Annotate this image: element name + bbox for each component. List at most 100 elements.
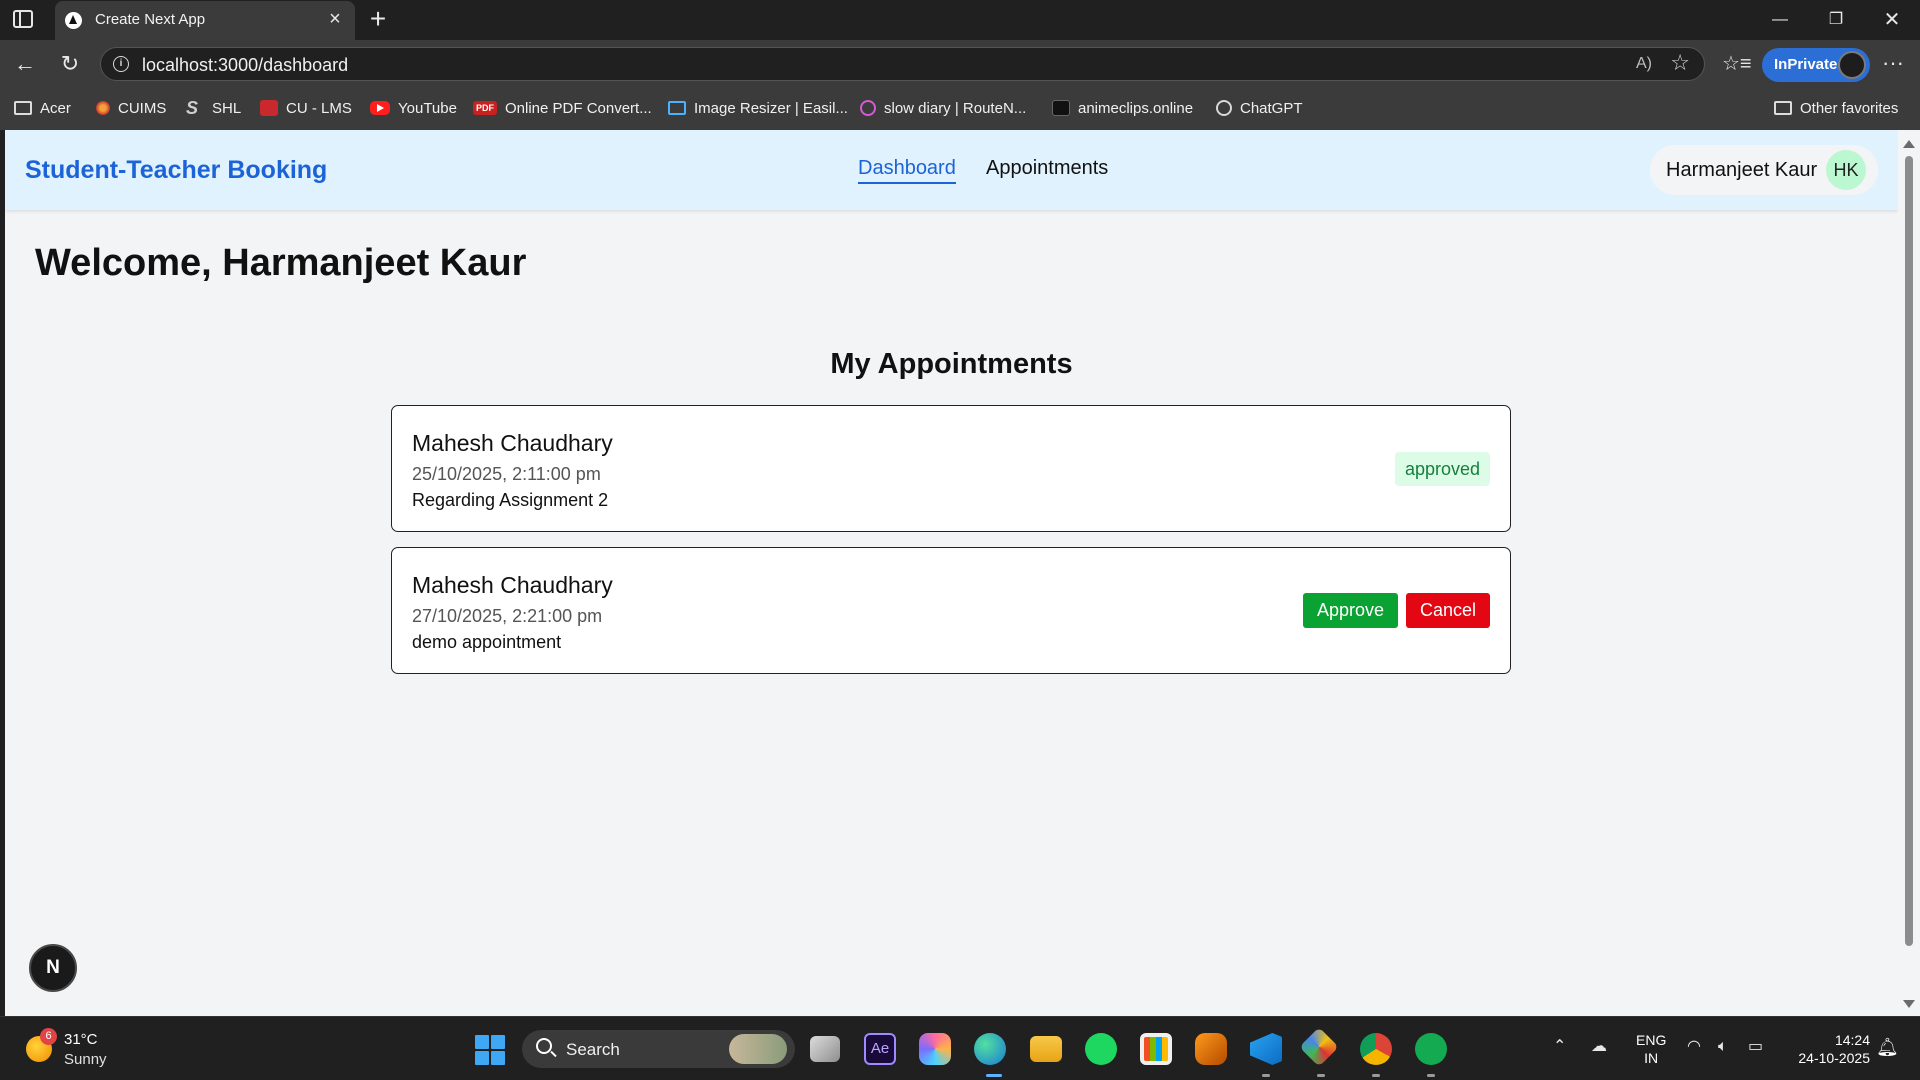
appointment-reason: Regarding Assignment 2 [412, 490, 609, 510]
more-options-icon[interactable]: ··· [1882, 48, 1904, 78]
scrollbar-thumb[interactable] [1905, 156, 1913, 946]
vscode-icon[interactable] [1250, 1033, 1282, 1065]
address-bar[interactable]: i localhost:3000/dashboard A) ☆ [100, 47, 1705, 81]
microsoft-store-icon[interactable] [1140, 1033, 1172, 1065]
bookmark-label: Acer [40, 99, 71, 117]
inprivate-button[interactable]: InPrivate [1762, 48, 1870, 82]
close-tab-icon[interactable]: × [323, 7, 347, 31]
url-text[interactable]: localhost:3000/dashboard [142, 55, 348, 76]
site-info-icon[interactable]: i [113, 56, 129, 72]
battery-icon[interactable]: ▭ [1748, 1035, 1763, 1059]
back-icon[interactable]: ← [10, 49, 40, 79]
minimize-icon[interactable]: — [1752, 0, 1808, 40]
folder-icon [1774, 101, 1792, 115]
mongodb-running-indicator [1427, 1074, 1435, 1077]
cuims-icon [96, 101, 110, 115]
teacher-name: Mahesh Chaudhary [412, 572, 613, 598]
bookmark-acer[interactable]: Acer [14, 97, 71, 119]
teacher-name: Mahesh Chaudhary [412, 430, 613, 456]
avatar: HK [1826, 150, 1866, 190]
bookmark-label: ChatGPT [1240, 99, 1303, 117]
bookmark-shl[interactable]: S SHL [186, 97, 241, 119]
bookmark-label: slow diary | RouteN... [884, 99, 1027, 117]
bookmark-chatgpt[interactable]: ChatGPT [1216, 97, 1303, 119]
show-hidden-icons-icon[interactable]: ⌃ [1553, 1035, 1566, 1059]
bookmark-label: YouTube [398, 99, 457, 117]
bookmark-culms[interactable]: CU - LMS [260, 97, 352, 119]
input-language[interactable]: ENG IN [1636, 1031, 1666, 1067]
clock-time: 14:24 [1834, 1032, 1870, 1048]
spotify-icon[interactable] [1085, 1033, 1117, 1065]
edge-icon[interactable] [974, 1033, 1006, 1065]
fl-studio-icon[interactable] [1195, 1033, 1227, 1065]
close-window-icon[interactable]: ✕ [1864, 0, 1920, 40]
chrome-icon[interactable] [1360, 1033, 1392, 1065]
bookmark-cuims[interactable]: CUIMS [96, 97, 166, 119]
page-scrollbar[interactable] [1898, 130, 1920, 1016]
weather-temperature[interactable]: 31°C [64, 1031, 98, 1048]
file-explorer-icon[interactable] [1030, 1036, 1062, 1062]
bookmark-label: animeclips.online [1078, 99, 1194, 117]
search-icon [536, 1038, 552, 1054]
status-badge: approved [1394, 452, 1490, 486]
appointment-datetime: 27/10/2025, 2:21:00 pm [412, 606, 603, 626]
folder-icon [14, 101, 32, 115]
windows-start-icon[interactable] [475, 1035, 505, 1065]
search-highlight-image [729, 1034, 787, 1064]
volume-icon[interactable]: 🔈︎ [1718, 1035, 1728, 1059]
slow-diary-icon [860, 100, 876, 116]
youtube-icon [370, 101, 390, 115]
shl-icon: S [186, 98, 199, 118]
search-label: Search [566, 1040, 620, 1059]
git-icon[interactable] [1299, 1027, 1339, 1067]
after-effects-icon[interactable]: Ae [864, 1033, 896, 1065]
profile-avatar-icon [1838, 51, 1866, 79]
scroll-up-icon[interactable] [1903, 140, 1915, 148]
onedrive-icon[interactable]: ☁ [1591, 1035, 1607, 1059]
cancel-button[interactable]: Cancel [1405, 593, 1490, 628]
bookmark-label: SHL [212, 99, 242, 117]
inprivate-label: InPrivate [1774, 56, 1838, 73]
favorites-icon[interactable]: ☆≡ [1722, 49, 1752, 79]
system-clock[interactable]: 14:24 24-10-2025 [1784, 1031, 1870, 1067]
clock-date: 24-10-2025 [1798, 1050, 1870, 1066]
taskbar-search[interactable]: Search [522, 1030, 795, 1068]
approve-button[interactable]: Approve [1302, 593, 1398, 628]
address-toolbar: ← ↻ i localhost:3000/dashboard A) ☆ ☆≡ I… [0, 40, 1920, 87]
tab-title: Create Next App [95, 11, 206, 28]
vscode-running-indicator [1262, 1074, 1270, 1077]
culms-icon [260, 100, 278, 116]
bookmark-label: CU - LMS [286, 99, 352, 117]
weather-condition[interactable]: Sunny [64, 1051, 107, 1068]
task-view-icon[interactable] [810, 1036, 840, 1062]
nav-link-dashboard[interactable]: Dashboard [858, 157, 956, 184]
sidebar-toggle-icon[interactable] [13, 10, 33, 28]
nextjs-dev-indicator[interactable]: N [29, 944, 77, 992]
bookmark-pdf-converter[interactable]: PDF Online PDF Convert... [473, 97, 652, 119]
restore-icon[interactable]: ❐ [1808, 0, 1864, 40]
bookmark-other-favorites[interactable]: Other favorites [1774, 97, 1898, 119]
bookmark-image-resizer[interactable]: Image Resizer | Easil... [668, 97, 848, 119]
refresh-icon[interactable]: ↻ [55, 49, 85, 79]
bookmark-label: Other favorites [1800, 99, 1899, 117]
nextjs-favicon-icon [65, 12, 82, 29]
nav-link-appointments[interactable]: Appointments [986, 157, 1108, 180]
user-menu[interactable]: Harmanjeet Kaur HK [1650, 145, 1878, 195]
weather-alert-badge: 6 [40, 1028, 57, 1045]
language-code: ENG [1636, 1032, 1667, 1048]
favorite-star-icon[interactable]: ☆ [1670, 50, 1690, 76]
browser-title-bar: Create Next App × + — ❐ ✕ [0, 0, 1920, 40]
read-aloud-icon[interactable]: A) [1636, 52, 1652, 76]
bookmark-youtube[interactable]: YouTube [370, 97, 457, 119]
copilot-icon[interactable] [919, 1033, 951, 1065]
mongodb-compass-icon[interactable] [1415, 1033, 1447, 1065]
bookmark-label: CUIMS [118, 99, 167, 117]
bookmark-slow-diary[interactable]: slow diary | RouteN... [860, 97, 1026, 119]
new-tab-icon[interactable]: + [364, 4, 392, 34]
scroll-down-icon[interactable] [1903, 1000, 1915, 1008]
browser-tab[interactable]: Create Next App × [55, 1, 355, 40]
brand-logo[interactable]: Student-Teacher Booking [25, 156, 327, 185]
wifi-icon[interactable]: ◠ [1687, 1035, 1701, 1059]
notification-bell-icon[interactable]: 🔔︎ [1876, 1037, 1899, 1058]
bookmark-animeclips[interactable]: animeclips.online [1052, 97, 1193, 119]
